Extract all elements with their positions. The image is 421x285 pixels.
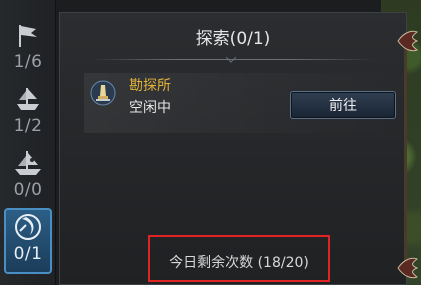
location-name: 勘探所 xyxy=(129,78,171,94)
remaining-attempts: 今日剩余次数 (18/20) xyxy=(148,235,330,282)
location-row: 勘探所 空闲中 前往 xyxy=(84,73,399,133)
sidebar-item-exploration[interactable]: 0/1 xyxy=(4,208,52,274)
location-status: 空闲中 xyxy=(129,100,171,116)
ship-small-icon xyxy=(10,82,46,116)
sidebar-count: 1/6 xyxy=(13,52,43,72)
sidebar-count: 0/0 xyxy=(13,180,43,200)
sidebar-item-flag[interactable]: 1/6 xyxy=(4,18,52,80)
compass-dragon-icon xyxy=(10,210,46,244)
sidebar-item-ship-small[interactable]: 1/2 xyxy=(4,82,52,144)
panel-frame-edge xyxy=(404,40,407,270)
panel-title: 探索(0/1) xyxy=(195,29,271,49)
beacon-icon xyxy=(90,80,116,106)
horn-ornament-icon xyxy=(397,257,418,279)
remaining-attempts-text: 今日剩余次数 (18/20) xyxy=(169,255,309,271)
sidebar-item-ship-pirate[interactable]: 0/0 xyxy=(4,146,52,208)
horn-ornament-icon xyxy=(397,30,418,52)
divider-notch-icon xyxy=(226,57,236,63)
exploration-panel: 探索(0/1) 勘探所 空闲中 前往 今日剩余次数 (18/20) xyxy=(59,12,407,285)
sidebar-count: 1/2 xyxy=(13,116,43,136)
ship-pirate-icon xyxy=(10,146,46,180)
go-button[interactable]: 前往 xyxy=(290,91,396,119)
sidebar-count: 0/1 xyxy=(13,244,43,264)
sidebar: 1/6 1/2 0/0 0/1 xyxy=(0,0,56,285)
flag-icon xyxy=(10,18,46,52)
